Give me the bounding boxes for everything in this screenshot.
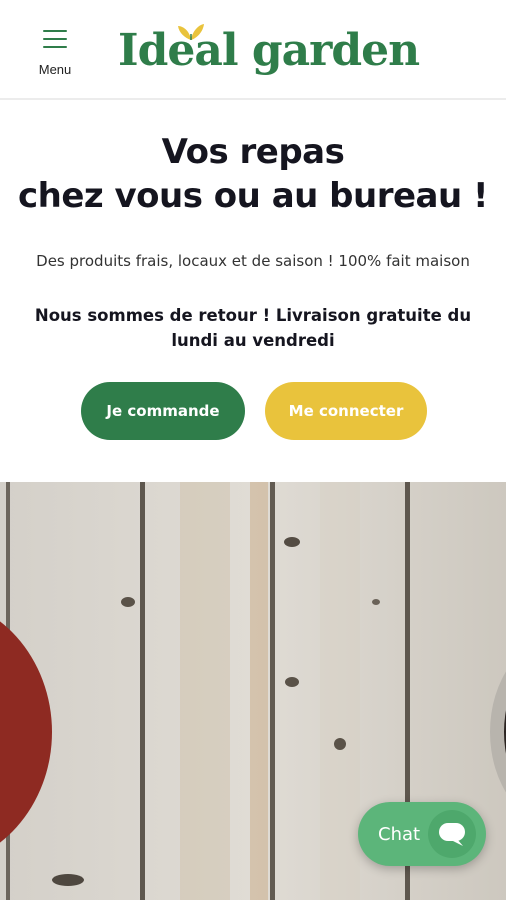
logo-text: Ideal garden <box>118 24 420 76</box>
hamburger-icon <box>43 28 67 48</box>
hero-title-line2: chez vous ou au bureau ! <box>17 176 489 216</box>
chat-label: Chat <box>378 823 421 845</box>
menu-button[interactable]: Menu <box>30 26 80 82</box>
site-header: Menu Ideal garden <box>0 0 506 100</box>
menu-label: Menu <box>38 62 72 77</box>
delivery-notice: Nous sommes de retour ! Livraison gratui… <box>34 306 472 350</box>
leaf-icon <box>178 24 204 40</box>
hero-title: Vos repas chez vous ou au bureau ! <box>0 130 506 218</box>
hero-subtitle: Des produits frais, locaux et de saison … <box>36 252 470 270</box>
login-button[interactable]: Me connecter <box>265 382 427 440</box>
chat-bubble-icon <box>428 810 476 858</box>
chat-button[interactable]: Chat <box>358 802 486 866</box>
hero-title-line1: Vos repas <box>161 132 345 172</box>
hero-section: Vos repas chez vous ou au bureau ! Des p… <box>0 100 506 482</box>
order-button[interactable]: Je commande <box>81 382 245 440</box>
logo[interactable]: Ideal garden <box>118 20 420 80</box>
